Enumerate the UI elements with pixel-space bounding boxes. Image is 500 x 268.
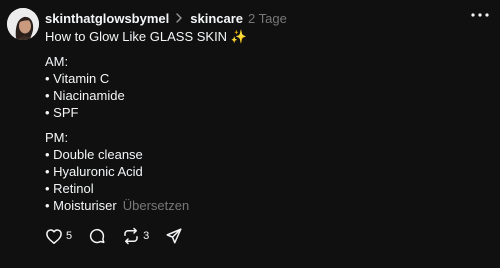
more-horizontal-icon [471, 13, 489, 17]
like-count: 5 [66, 230, 73, 242]
share-button[interactable] [165, 227, 183, 245]
heart-icon [46, 228, 62, 244]
post-body: How to Glow Like GLASS SKIN ✨ AM: • Vita… [45, 28, 485, 214]
comment-icon [90, 228, 105, 244]
post-timestamp: 2 Tage [248, 10, 287, 26]
reply-button[interactable] [88, 227, 106, 245]
avatar-image [7, 8, 39, 40]
list-item: • Retinol [45, 181, 94, 196]
post-header: skinthatglowsbymel skincare 2 Tage [45, 9, 287, 27]
like-button[interactable]: 5 [45, 228, 72, 245]
post-title: How to Glow Like GLASS SKIN ✨ [45, 29, 247, 44]
list-item: • Vitamin C [45, 71, 110, 86]
list-item: • SPF [45, 105, 79, 120]
thread-post: skinthatglowsbymel skincare 2 Tage How t… [0, 0, 500, 268]
community-link[interactable]: skincare [190, 11, 243, 26]
username-link[interactable]: skinthatglowsbymel [45, 11, 169, 26]
action-bar: 5 3 [45, 226, 199, 246]
more-options-button[interactable] [470, 8, 490, 22]
pm-heading: PM: [45, 130, 69, 145]
list-item: • Double cleanse [45, 147, 143, 162]
list-item-text: • Moisturiser [45, 198, 117, 213]
repost-button[interactable]: 3 [122, 227, 149, 245]
chevron-right-icon [175, 13, 185, 23]
list-item: • Hyaluronic Acid [45, 164, 143, 179]
repost-count: 3 [143, 230, 150, 242]
send-icon [166, 228, 182, 244]
list-item: • Niacinamide [45, 88, 125, 103]
repost-icon [124, 227, 138, 245]
am-heading: AM: [45, 54, 69, 69]
avatar[interactable] [7, 8, 39, 40]
translate-link[interactable]: Übersetzen [123, 198, 189, 213]
list-item-last: • Moisturiser Übersetzen [45, 197, 485, 214]
